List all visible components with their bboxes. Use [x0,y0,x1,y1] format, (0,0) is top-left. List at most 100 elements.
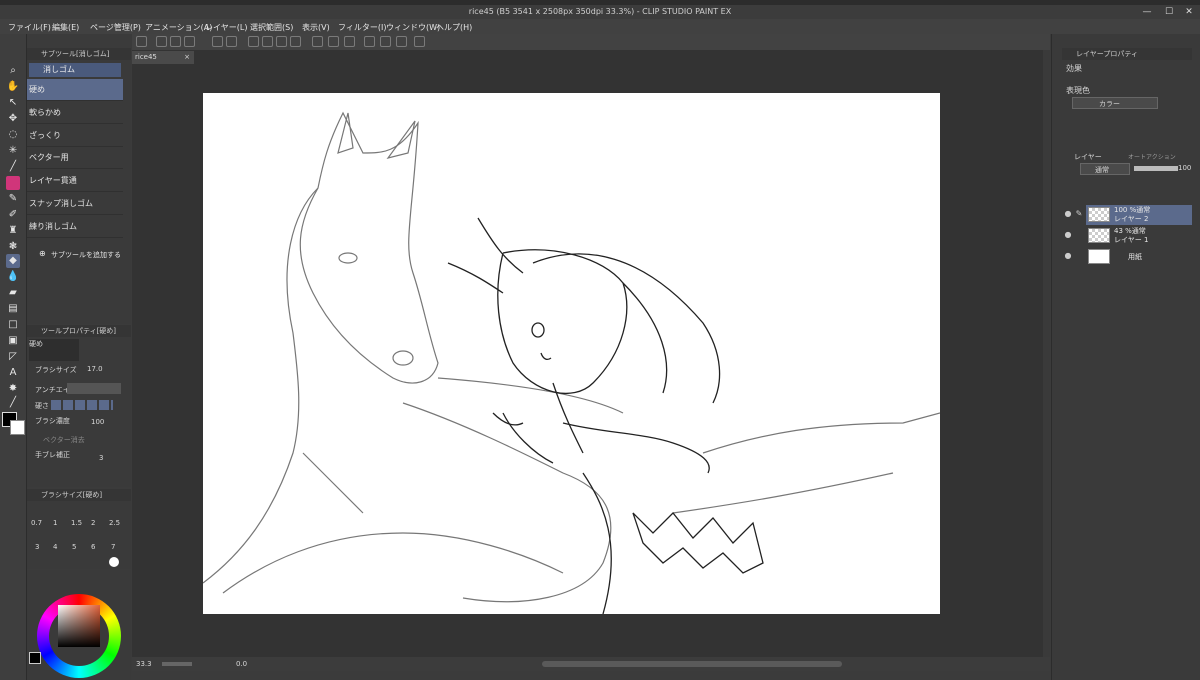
menu-window[interactable]: ウィンドウ(W) [386,22,440,33]
lasso-tool-icon[interactable]: ◌ [6,128,20,142]
auto-action-tab[interactable]: オートアクション [1128,152,1176,161]
brush-size-preset[interactable]: 3 [35,543,39,551]
brush-size-preset[interactable]: 6 [91,543,95,551]
expression-dropdown[interactable]: カラー [1072,97,1158,109]
sub-color-swatch[interactable] [10,420,25,435]
eyedropper-tool-icon[interactable]: ╱ [6,160,20,174]
menu-edit[interactable]: 編集(E) [52,22,79,33]
layer-row[interactable]: ● ✎ 100 %通常 レイヤー 2 [1062,205,1192,225]
brush-size-preset[interactable]: 0.7 [31,519,42,527]
zoom-tool-icon[interactable]: ⌕ [6,64,20,78]
selected-size-dot[interactable] [109,557,119,567]
brush-size-preset[interactable]: 1 [53,519,57,527]
pen-color-tool-icon[interactable] [6,176,20,190]
layer-body[interactable]: 43 %通常 レイヤー 1 [1086,226,1192,246]
density-value[interactable]: 100 [91,418,104,426]
operation-tool-icon[interactable]: ↖ [6,96,20,110]
subtool-item[interactable]: スナップ消しゴム [27,193,123,215]
perspective-icon[interactable] [380,36,391,47]
brush-size-preset[interactable]: 1.5 [71,519,82,527]
ruler-icon[interactable] [396,36,407,47]
subtool-item[interactable]: ざっくり [27,125,123,147]
menu-page[interactable]: ページ管理(P) [90,22,141,33]
horizontal-scrollbar[interactable] [542,661,842,667]
layer-tab[interactable]: レイヤー [1074,152,1102,162]
add-subtool-link[interactable]: サブツールを追加する [51,250,121,260]
menu-help[interactable]: ヘルプ(H) [436,22,472,33]
saturation-square[interactable] [58,605,100,647]
vertical-scrollbar[interactable] [1043,50,1050,657]
brush-tool-icon[interactable]: ✐ [6,208,20,222]
main-color-mini[interactable] [29,652,41,664]
balloon-tool-icon[interactable]: ✸ [6,382,20,396]
layer-body[interactable]: 100 %通常 レイヤー 2 [1086,205,1192,225]
move-layer-tool-icon[interactable]: ✥ [6,112,20,126]
eye-icon[interactable]: ● [1063,209,1073,219]
menu-filter[interactable]: フィルター(I) [338,22,386,33]
hand-tool-icon[interactable]: ✋ [6,80,20,94]
open-icon[interactable] [170,36,181,47]
layer-row[interactable]: ● 43 %通常 レイヤー 1 [1062,226,1192,246]
blend-mode-dropdown[interactable]: 通常 [1080,163,1130,175]
brush-size-preset[interactable]: 5 [72,543,76,551]
add-subtool-icon[interactable]: ⊕ [39,249,46,258]
menu-layer[interactable]: レイヤー(L) [205,22,247,33]
magic-wand-tool-icon[interactable]: ✳ [6,144,20,158]
subtool-item[interactable]: ベクター用 [27,147,123,169]
special-ruler-icon[interactable] [364,36,375,47]
ruler-tool-icon[interactable]: ◸ [6,350,20,364]
redo-icon[interactable] [226,36,237,47]
hardness-selector[interactable] [51,400,113,410]
figure-tool-icon[interactable]: □ [6,318,20,332]
eye-icon[interactable]: ● [1063,251,1073,261]
subtool-item[interactable]: レイヤー貫通 [27,170,123,192]
gradient-tool-icon[interactable]: ▤ [6,302,20,316]
frame-tool-icon[interactable]: ▣ [6,334,20,348]
brush-size-value[interactable]: 17.0 [87,365,103,373]
zoom-slider[interactable] [162,662,192,666]
clip-studio-icon[interactable] [136,36,147,47]
menu-file[interactable]: ファイル(F) [8,22,51,33]
pencil-tool-icon[interactable]: ✎ [6,192,20,206]
eraser-tool-icon[interactable]: ◆ [6,254,20,268]
angle-value[interactable]: 0.0 [236,660,247,668]
close-button[interactable]: ✕ [1182,6,1196,18]
clear-icon[interactable] [262,36,273,47]
airbrush-tool-icon[interactable]: ♜ [6,224,20,238]
correct-line-tool-icon[interactable]: ╱ [6,396,20,410]
minimize-button[interactable]: — [1140,6,1154,18]
brush-size-preset[interactable]: 7 [111,543,115,551]
deselect-icon[interactable] [248,36,259,47]
brush-size-preset[interactable]: 2 [91,519,95,527]
antialias-selector[interactable] [67,383,121,394]
snap-grid-icon[interactable] [344,36,355,47]
layer-row[interactable]: ● 用紙 [1062,247,1192,267]
vector-erase-label[interactable]: ベクター消去 [43,435,85,445]
snap-ruler-icon[interactable] [328,36,339,47]
opacity-slider[interactable] [1134,166,1178,171]
document-tab-close[interactable]: × [184,51,190,64]
zoom-value[interactable]: 33.3 [136,660,152,668]
fill-tool-icon[interactable]: ▰ [6,286,20,300]
snap-icon[interactable] [312,36,323,47]
decoration-tool-icon[interactable]: ❃ [6,240,20,254]
layer-body[interactable]: 用紙 [1086,247,1192,267]
brush-size-preset[interactable]: 4 [53,543,57,551]
undo-icon[interactable] [212,36,223,47]
save-icon[interactable] [184,36,195,47]
drawing-canvas[interactable] [202,93,941,615]
new-file-icon[interactable] [156,36,167,47]
eye-icon[interactable]: ● [1063,230,1073,240]
settings-icon[interactable] [414,36,425,47]
text-tool-icon[interactable]: A [6,366,20,380]
opacity-value[interactable]: 100 [1178,164,1191,172]
subtool-item[interactable]: 練り消しゴム [27,216,123,238]
blend-tool-icon[interactable]: 💧 [6,270,20,284]
brush-size-preset[interactable]: 2.5 [109,519,120,527]
subtool-item[interactable]: 硬め [27,79,123,101]
menu-view[interactable]: 表示(V) [302,22,330,33]
fill-icon[interactable] [276,36,287,47]
menu-selection[interactable]: 選択範囲(S) [250,22,293,33]
transform-icon[interactable] [290,36,301,47]
subtool-item[interactable]: 軟らかめ [27,102,123,124]
